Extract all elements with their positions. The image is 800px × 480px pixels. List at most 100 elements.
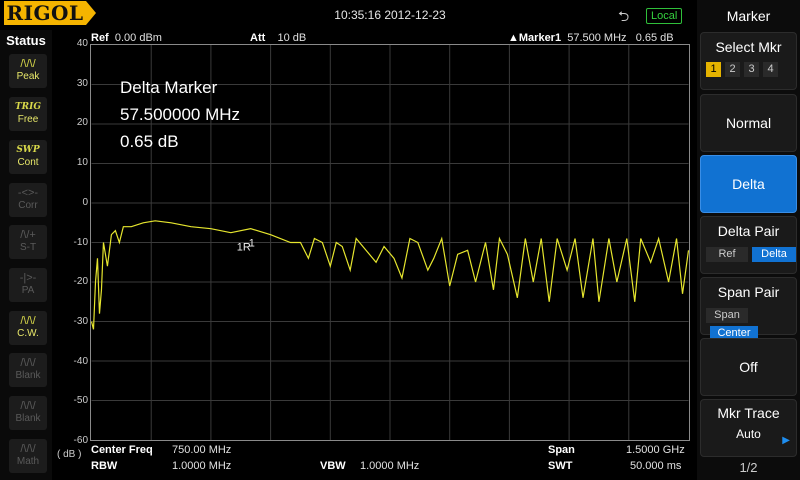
status-item-icon: -|>- (19, 272, 37, 284)
ref-readout: Ref 0.00 dBm (91, 32, 162, 44)
ref-value: 0.00 dBm (114, 32, 162, 44)
status-item-s-t: /\/+ S-T (9, 225, 47, 259)
y-tick-label: 10 (76, 157, 88, 169)
page-indicator[interactable]: 1/2 (697, 460, 800, 475)
status-item-label: Cont (17, 157, 39, 168)
marker-label: 1 (249, 237, 255, 249)
rbw-label-text: RBW (91, 460, 118, 472)
y-tick-label: -60 (73, 435, 88, 446)
y-tick-label: 30 (76, 77, 88, 89)
rbw-value: 1.0000 MHz (172, 460, 232, 472)
span-pair-label: Span Pair (717, 284, 780, 300)
normal-label: Normal (725, 115, 772, 131)
status-item-math: /\/\/Math (9, 439, 47, 473)
status-item-blank: /\/\/Blank (9, 353, 47, 387)
logo-arrow-shape (86, 1, 96, 25)
marker-amp: 0.65 dB (635, 32, 674, 44)
normal-softkey[interactable]: Normal (700, 94, 797, 152)
status-item-peak: /\/\/Peak (9, 54, 47, 88)
status-item-label: Free (17, 114, 39, 125)
y-tick-label: 40 (76, 38, 88, 49)
status-item-c-w: /\/\/C.W. (9, 311, 47, 345)
status-item-icon: /\/\/ (20, 357, 36, 369)
status-item-pa: -|>- PA (9, 268, 47, 302)
status-item-label: Corr (18, 200, 38, 211)
delta-pair-label: Delta Pair (717, 223, 780, 239)
span-label-text: Span (548, 444, 575, 456)
swt-label: SWT (548, 460, 572, 472)
marker-selector: 1234 (706, 59, 796, 77)
status-item-label: S-T (19, 242, 37, 253)
delta-pair-ref-option[interactable]: Ref (706, 247, 748, 262)
select-marker-label: Select Mkr (715, 39, 782, 55)
annotation-title: Delta Marker (120, 78, 218, 97)
usb-icon: ⮌ (618, 8, 630, 24)
marker-1-option[interactable]: 1 (706, 62, 721, 77)
marker-label: ▲Marker1 (508, 32, 562, 44)
marker-trace-label: Mkr Trace (717, 405, 780, 421)
delta-pair-delta-option[interactable]: Delta (752, 247, 796, 262)
y-unit-label: ( dB ) (57, 449, 82, 460)
y-tick-label: -40 (73, 355, 88, 367)
vbw-label: VBW (320, 460, 346, 472)
status-item-icon: /\/\/ (20, 58, 36, 70)
span-pair-toggle: SpanCenter (706, 305, 796, 341)
vbw-label-text: VBW (320, 460, 346, 472)
rigol-logo: RIGOL (4, 1, 86, 25)
delta-marker-annotation: Delta Marker 57.500000 MHz 0.65 dB (120, 74, 240, 155)
annotation-amplitude: 0.65 dB (120, 132, 179, 151)
off-softkey[interactable]: Off (700, 338, 797, 396)
delta-pair-toggle: Ref Delta (706, 244, 796, 262)
status-item-blank: /\/\/Blank (9, 396, 47, 430)
center-freq-value: 750.00 MHz (172, 444, 232, 456)
status-item-label: Blank (15, 370, 41, 381)
span-value: 1.5000 GHz (626, 444, 685, 456)
y-tick-label: -50 (73, 395, 88, 407)
span-label: Span (548, 444, 575, 456)
marker-2-option[interactable]: 2 (725, 62, 740, 77)
status-item-label: Blank (15, 413, 41, 424)
status-item-icon: TRIG (14, 102, 42, 112)
submenu-arrow-icon: ▶ (782, 435, 790, 446)
vbw-value: 1.0000 MHz (360, 460, 420, 472)
status-item-icon: /\/\/ (20, 400, 36, 412)
status-item-icon: /\/+ (20, 229, 36, 241)
span-pair-span-option[interactable]: Span (706, 308, 748, 323)
annotation-frequency: 57.500000 MHz (120, 105, 241, 124)
att-label: Att (250, 32, 266, 44)
marker-4-option[interactable]: 4 (763, 62, 778, 77)
delta-softkey[interactable]: Delta (700, 155, 797, 213)
att-value: 10 dB (277, 32, 307, 44)
rbw-label: RBW (91, 460, 117, 472)
select-marker-softkey[interactable]: Select Mkr 1234 (700, 32, 797, 90)
marker-freq: 57.500 MHz (567, 32, 627, 44)
status-item-icon: SWP (16, 145, 40, 155)
status-title: Status (6, 33, 46, 48)
status-item-free: TRIG Free (9, 97, 47, 131)
delta-pair-softkey[interactable]: Delta Pair Ref Delta (700, 216, 797, 274)
status-item-label: Math (16, 456, 40, 467)
status-item-icon: /\/\/ (20, 443, 36, 455)
local-badge: Local (646, 8, 683, 24)
status-item-icon: /\/\/ (20, 315, 36, 327)
status-item-label: C.W. (17, 328, 39, 339)
y-tick-label: 0 (82, 196, 88, 208)
center-freq-readout: Center Freq (91, 444, 153, 456)
marker-readout: ▲Marker1 57.500 MHz 0.65 dB (508, 32, 674, 44)
clock-readout: 10:35:16 2012-12-23 (334, 8, 446, 22)
status-item-icon: -<>- (17, 187, 39, 199)
center-freq-label: Center Freq (91, 444, 153, 456)
y-tick-label: 20 (76, 117, 88, 129)
ref-label: Ref (91, 32, 109, 44)
span-pair-softkey[interactable]: Span Pair SpanCenter (700, 277, 797, 341)
swt-value: 50.000 ms (630, 460, 682, 472)
marker-trace-softkey[interactable]: Mkr Trace Auto ▶ (700, 399, 797, 457)
y-tick-label: -30 (73, 315, 88, 327)
status-item-label: Peak (16, 71, 40, 82)
swt-label-text: SWT (548, 460, 573, 472)
status-item-label: PA (21, 285, 35, 296)
marker-labels: 1R1 (237, 237, 255, 253)
off-label: Off (739, 359, 758, 375)
y-tick-label: -20 (73, 276, 88, 288)
marker-3-option[interactable]: 3 (744, 62, 759, 77)
